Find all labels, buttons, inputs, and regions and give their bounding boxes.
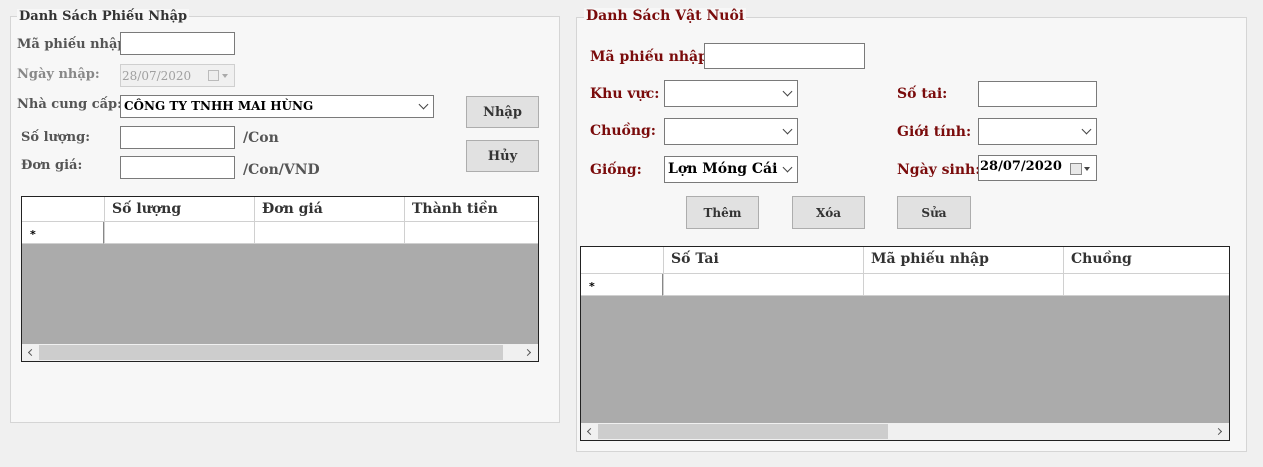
horizontal-scrollbar[interactable] bbox=[581, 423, 1229, 440]
new-row-marker: * bbox=[589, 280, 595, 293]
dropdown-arrow-icon bbox=[222, 74, 228, 78]
column-header-don-gia[interactable]: Đơn giá bbox=[254, 197, 404, 222]
vn-ma-phieu-input[interactable] bbox=[704, 43, 865, 69]
gioi-tinh-label: Giới tính: bbox=[897, 124, 972, 140]
scroll-right-icon[interactable] bbox=[1214, 427, 1223, 435]
khu-vuc-label: Khu vực: bbox=[590, 86, 660, 102]
grid-cell[interactable] bbox=[404, 222, 538, 244]
grid-cell[interactable] bbox=[104, 222, 254, 244]
so-luong-input[interactable] bbox=[120, 126, 235, 149]
new-row-marker: * bbox=[30, 228, 36, 241]
nhap-button[interactable]: Nhập bbox=[466, 96, 539, 128]
row-header-cell[interactable]: * bbox=[22, 222, 104, 244]
giong-label: Giống: bbox=[590, 162, 642, 178]
grid-header: Số lượng Đơn giá Thành tiền bbox=[22, 197, 538, 222]
column-header-thanh-tien[interactable]: Thành tiền bbox=[404, 197, 538, 222]
ngay-nhap-value: 28/07/2020 bbox=[122, 69, 192, 83]
so-tai-input[interactable] bbox=[978, 81, 1097, 107]
phieu-nhap-group-title: Danh Sách Phiếu Nhập bbox=[17, 9, 190, 24]
scroll-right-icon[interactable] bbox=[523, 348, 532, 356]
vn-ma-phieu-label: Mã phiếu nhập: bbox=[590, 49, 714, 65]
khu-vuc-select[interactable] bbox=[664, 80, 798, 107]
dropdown-arrow-icon[interactable] bbox=[1084, 167, 1090, 171]
column-header-ma-phieu-nhap[interactable]: Mã phiếu nhập bbox=[863, 247, 1063, 274]
calendar-icon[interactable] bbox=[1070, 163, 1082, 175]
chuong-select[interactable] bbox=[664, 118, 798, 145]
chevron-down-icon bbox=[418, 99, 429, 109]
ngay-nhap-datepicker[interactable]: 28/07/2020 bbox=[120, 64, 235, 87]
vat-nuoi-grid[interactable]: Số Tai Mã phiếu nhập Chuồng * bbox=[580, 246, 1230, 441]
chevron-down-icon bbox=[782, 124, 793, 134]
ma-phieu-nhap-input[interactable] bbox=[120, 32, 235, 55]
row-header-cell[interactable]: * bbox=[581, 274, 663, 296]
so-tai-label: Số tai: bbox=[897, 86, 948, 102]
ma-phieu-nhap-label: Mã phiếu nhập: bbox=[17, 37, 132, 52]
column-header-chuong[interactable]: Chuồng bbox=[1063, 247, 1229, 274]
nha-cung-cap-select[interactable]: CÔNG TY TNHH MAI HÙNG bbox=[120, 95, 434, 118]
don-gia-unit: /Con/VND bbox=[243, 162, 320, 178]
horizontal-scrollbar[interactable] bbox=[22, 344, 538, 361]
column-header-so-tai[interactable]: Số Tai bbox=[663, 247, 863, 274]
chevron-down-icon bbox=[1081, 124, 1092, 134]
column-header-so-luong[interactable]: Số lượng bbox=[104, 197, 254, 222]
sua-button[interactable]: Sửa bbox=[897, 196, 971, 229]
chevron-down-icon bbox=[782, 162, 793, 172]
nha-cung-cap-value: CÔNG TY TNHH MAI HÙNG bbox=[124, 99, 314, 113]
grid-cell[interactable] bbox=[1063, 274, 1229, 296]
scrollbar-thumb[interactable] bbox=[598, 424, 888, 439]
ngay-nhap-label: Ngày nhập: bbox=[17, 67, 100, 82]
vat-nuoi-group-title: Danh Sách Vật Nuôi bbox=[584, 8, 747, 24]
so-luong-label: Số lượng: bbox=[21, 130, 90, 145]
calendar-icon bbox=[208, 70, 219, 81]
grid-cell[interactable] bbox=[254, 222, 404, 244]
phieu-nhap-grid[interactable]: Số lượng Đơn giá Thành tiền * bbox=[21, 196, 539, 362]
huy-button[interactable]: Hủy bbox=[466, 140, 539, 172]
them-button[interactable]: Thêm bbox=[686, 196, 759, 229]
scroll-left-icon[interactable] bbox=[586, 427, 595, 435]
scrollbar-thumb[interactable] bbox=[39, 345, 503, 360]
scroll-left-icon[interactable] bbox=[27, 348, 36, 356]
so-luong-unit: /Con bbox=[243, 130, 279, 146]
giong-select[interactable]: Lợn Móng Cái bbox=[664, 156, 798, 183]
grid-header: Số Tai Mã phiếu nhập Chuồng bbox=[581, 247, 1229, 274]
chuong-label: Chuồng: bbox=[590, 123, 656, 139]
xoa-button[interactable]: Xóa bbox=[792, 196, 865, 229]
nha-cung-cap-label: Nhà cung cấp: bbox=[17, 97, 122, 112]
grid-new-row[interactable]: * bbox=[22, 222, 538, 244]
grid-new-row[interactable]: * bbox=[581, 274, 1229, 296]
ngay-sinh-datepicker[interactable]: 28/07/2020 bbox=[978, 155, 1097, 181]
gioi-tinh-select[interactable] bbox=[978, 118, 1097, 145]
grid-cell[interactable] bbox=[863, 274, 1063, 296]
chevron-down-icon bbox=[782, 86, 793, 96]
giong-value: Lợn Móng Cái bbox=[668, 161, 778, 177]
don-gia-label: Đơn giá: bbox=[21, 158, 83, 173]
grid-cell[interactable] bbox=[663, 274, 863, 296]
don-gia-input[interactable] bbox=[120, 156, 235, 179]
ngay-sinh-label: Ngày sinh: bbox=[897, 162, 981, 178]
ngay-sinh-value: 28/07/2020 bbox=[980, 159, 1062, 174]
